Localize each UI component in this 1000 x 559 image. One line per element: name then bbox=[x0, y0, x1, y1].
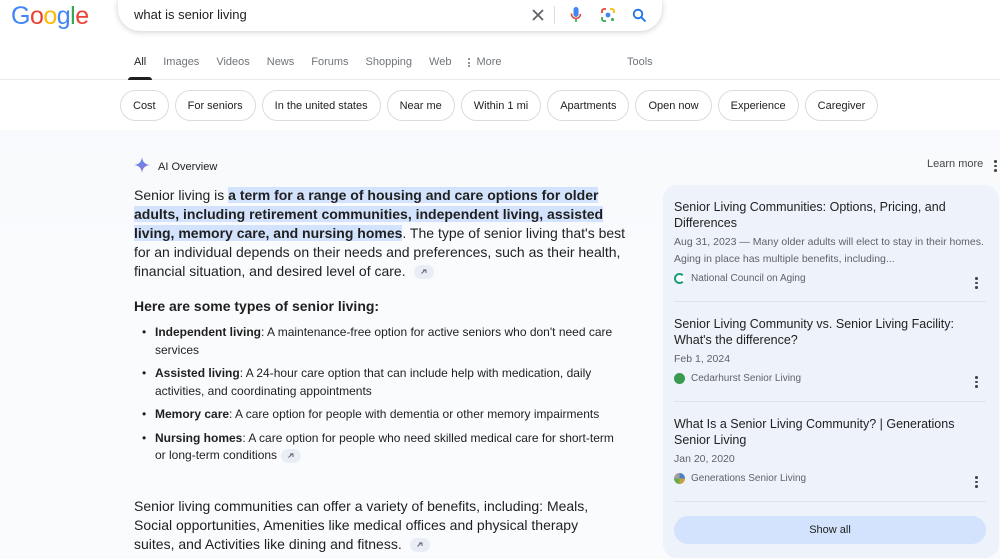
search-icon[interactable] bbox=[629, 5, 649, 25]
logo-letter: o bbox=[29, 2, 44, 30]
source-snippet: Feb 1, 2024 bbox=[674, 353, 731, 365]
source-site-name: National Council on Aging bbox=[691, 273, 806, 284]
tab-all[interactable]: All bbox=[127, 56, 153, 80]
tab-images[interactable]: Images bbox=[163, 56, 199, 80]
source-title[interactable]: Senior Living Community vs. Senior Livin… bbox=[674, 316, 984, 348]
source-options-icon[interactable] bbox=[975, 476, 978, 488]
link-icon[interactable] bbox=[413, 265, 434, 280]
chip[interactable]: Open now bbox=[635, 90, 712, 121]
google-logo[interactable]: Google bbox=[11, 2, 89, 31]
source-card[interactable]: What Is a Senior Living Community? | Gen… bbox=[674, 416, 984, 484]
source-card[interactable]: Senior Living Community vs. Senior Livin… bbox=[674, 316, 984, 384]
types-list: Independent living: A maintenance-free o… bbox=[142, 324, 625, 471]
tools-button[interactable]: Tools bbox=[627, 56, 653, 68]
source-site-name: Generations Senior Living bbox=[691, 473, 807, 484]
ai-overview-title: AI Overview bbox=[158, 160, 218, 173]
link-icon[interactable] bbox=[281, 448, 302, 463]
chip[interactable]: Within 1 mi bbox=[460, 90, 542, 121]
source-snippet: Jan 20, 2020 bbox=[674, 453, 735, 465]
refinement-chips: Cost For seniors In the united states Ne… bbox=[120, 90, 879, 121]
link-icon[interactable] bbox=[409, 538, 430, 553]
chip[interactable]: Cost bbox=[120, 90, 169, 121]
chip[interactable]: Near me bbox=[386, 90, 455, 121]
lens-icon[interactable] bbox=[598, 5, 618, 25]
kebab-icon bbox=[468, 56, 471, 80]
list-item: Assisted living: A 24-hour care option t… bbox=[142, 365, 625, 400]
source-site: Cedarhurst Senior Living bbox=[674, 373, 984, 384]
show-all-button[interactable]: Show all bbox=[674, 516, 986, 544]
list-item: Memory care: A care option for people wi… bbox=[142, 406, 625, 424]
types-heading: Here are some types of senior living: bbox=[134, 298, 380, 314]
source-site-name: Cedarhurst Senior Living bbox=[691, 373, 802, 384]
tab-web[interactable]: Web bbox=[429, 56, 451, 80]
chip[interactable]: Caregiver bbox=[804, 90, 879, 121]
ai-overview-header: AI Overview bbox=[134, 157, 217, 176]
chip[interactable]: In the united states bbox=[261, 90, 381, 121]
logo-letter: e bbox=[75, 2, 89, 30]
source-site: National Council on Aging bbox=[674, 273, 984, 284]
search-input[interactable]: what is senior living bbox=[134, 7, 247, 22]
type-desc: : A care option for people with dementia… bbox=[229, 407, 600, 421]
ai-answer-intro: Senior living is a term for a range of h… bbox=[134, 186, 634, 281]
sources-panel: Senior Living Communities: Options, Pric… bbox=[663, 185, 999, 558]
chip[interactable]: Experience bbox=[717, 90, 799, 121]
source-title[interactable]: What Is a Senior Living Community? | Gen… bbox=[674, 416, 984, 448]
divider bbox=[674, 401, 986, 402]
source-site: Generations Senior Living bbox=[674, 473, 984, 484]
tab-more-label: More bbox=[476, 56, 502, 68]
ncoa-favicon-icon bbox=[674, 273, 685, 284]
tab-shopping[interactable]: Shopping bbox=[366, 56, 413, 80]
microphone-icon[interactable] bbox=[566, 5, 586, 25]
ai-overview-panel: AI Overview Learn more Senior living is … bbox=[0, 130, 1000, 559]
logo-letter: G bbox=[11, 2, 30, 30]
sparkle-icon bbox=[134, 157, 150, 176]
type-term: Independent living bbox=[155, 325, 262, 339]
tab-forums[interactable]: Forums bbox=[311, 56, 348, 80]
logo-letter: o bbox=[43, 2, 57, 30]
logo-letter: g bbox=[56, 2, 71, 30]
tab-videos[interactable]: Videos bbox=[216, 56, 249, 80]
source-card[interactable]: Senior Living Communities: Options, Pric… bbox=[674, 199, 984, 284]
generations-favicon-icon bbox=[674, 473, 685, 484]
benefits-paragraph: Senior living communities can offer a va… bbox=[134, 497, 604, 554]
close-icon[interactable] bbox=[528, 5, 548, 25]
cedarhurst-favicon-icon bbox=[674, 373, 685, 384]
benefits-text: Senior living communities can offer a va… bbox=[134, 498, 589, 552]
intro-prefix: Senior living is bbox=[134, 187, 229, 203]
source-title[interactable]: Senior Living Communities: Options, Pric… bbox=[674, 199, 984, 231]
type-term: Nursing homes bbox=[155, 430, 243, 445]
chip[interactable]: For seniors bbox=[174, 90, 256, 121]
chip[interactable]: Apartments bbox=[547, 90, 630, 121]
more-options-icon[interactable] bbox=[994, 160, 997, 172]
list-item: Independent living: A maintenance-free o… bbox=[142, 324, 625, 359]
search-divider bbox=[554, 6, 555, 24]
type-term: Assisted living bbox=[155, 366, 240, 380]
list-item: Nursing homes: A care option for people … bbox=[142, 430, 625, 465]
tab-news[interactable]: News bbox=[267, 56, 295, 80]
search-tabs: All Images Videos News Forums Shopping W… bbox=[127, 56, 519, 80]
source-snippet: Aug 31, 2023 — Many older adults will el… bbox=[674, 236, 984, 265]
search-header: Google what is senior living All Images … bbox=[0, 0, 1000, 80]
learn-more-link[interactable]: Learn more bbox=[927, 158, 983, 170]
type-term: Memory care bbox=[155, 407, 230, 421]
search-box[interactable]: what is senior living bbox=[118, 0, 662, 31]
source-options-icon[interactable] bbox=[975, 277, 978, 289]
divider bbox=[674, 501, 986, 502]
source-options-icon[interactable] bbox=[975, 376, 978, 388]
divider bbox=[674, 301, 986, 302]
tab-more[interactable]: More bbox=[468, 56, 502, 80]
